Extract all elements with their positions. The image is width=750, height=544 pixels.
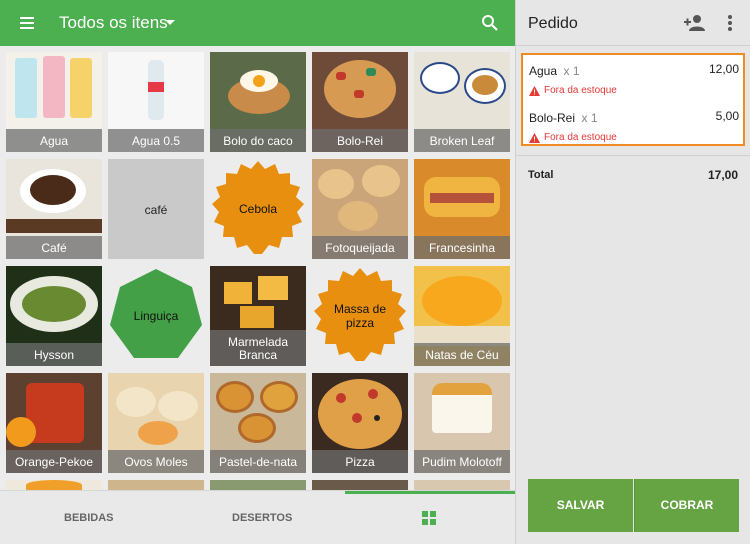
order-title: Pedido [528,15,578,32]
item-tile-hysson[interactable]: Hysson [6,266,102,366]
stock-warning-text: Fora da estoque [544,132,617,143]
dropdown-caret-icon[interactable] [165,20,175,25]
item-tile-partial[interactable] [210,480,306,490]
order-line[interactable]: Bolo-Rei x 1 5,00 Fora da estoque [529,109,739,143]
item-tile-broken-leaf[interactable]: Broken Leaf [414,52,510,152]
item-tile-pudim-molotoff[interactable]: Pudim Molotoff [414,373,510,473]
item-label: Agua [6,129,102,152]
order-header: Pedido [516,0,750,46]
item-tile-pastel-de-nata[interactable]: Pastel-de-nata [210,373,306,473]
item-tile-agua-05[interactable]: Agua 0.5 [108,52,204,152]
item-label: Marmelada Branca [210,330,306,366]
item-label: Bolo-Rei [312,129,408,152]
item-label: Bolo do caco [210,129,306,152]
search-icon[interactable] [480,13,500,33]
item-label: Café [6,236,102,259]
order-line-price: 5,00 [715,109,739,123]
order-line-name: Agua [529,64,558,78]
item-tile-partial[interactable] [312,480,408,490]
item-tile-bolo-rei[interactable]: Bolo-Rei [312,52,408,152]
category-tab-bar: BEBIDAS DESERTOS [0,490,515,544]
item-tile-orange-pekoe[interactable]: Orange-Pekoe [6,373,102,473]
item-tile-cafe[interactable]: Café [6,159,102,259]
top-app-bar: Todos os itens [0,0,515,46]
item-tile-ovos-moles[interactable]: Ovos Moles [108,373,204,473]
item-label: Francesinha [414,236,510,259]
item-tile-francesinha[interactable]: Francesinha [414,159,510,259]
item-label: Agua 0.5 [108,129,204,152]
item-label: Pizza [312,450,408,473]
tab-desertos[interactable]: DESERTOS [232,491,292,544]
tab-bebidas[interactable]: BEBIDAS [64,491,114,544]
item-label: Hysson [6,343,102,366]
item-label: Pudim Molotoff [414,450,510,473]
item-tile-massa-de-pizza[interactable]: Massa de pizza [312,266,408,366]
item-label: Ovos Moles [108,450,204,473]
order-pane: Pedido Agua x 1 12,00 Fora da estoque Bo… [515,0,750,544]
total-label: Total [528,169,554,181]
item-label: Broken Leaf [414,129,510,152]
divider [516,155,750,156]
item-tile-linguica[interactable]: Linguiça [108,266,204,366]
items-pane: Todos os itens Agua Agua 0.5 Bolo do cac… [0,0,515,544]
category-title[interactable]: Todos os itens [59,13,168,33]
item-label: Cebola [238,202,278,216]
active-tab-indicator [345,491,515,494]
stock-warning-text: Fora da estoque [544,85,617,96]
order-line-qty: x 1 [563,64,580,78]
more-options-icon[interactable] [727,14,733,32]
items-grid: Agua Agua 0.5 Bolo do caco Bolo-Rei Brok… [0,46,515,490]
item-tile-marmelada-branca[interactable]: Marmelada Branca [210,266,306,366]
warning-icon [529,132,540,143]
stock-warning: Fora da estoque [529,85,739,96]
item-tile-fotoqueijada[interactable]: Fotoqueijada [312,159,408,259]
item-label: Natas de Céu [414,343,510,366]
save-button[interactable]: SALVAR [528,479,633,532]
item-label: café [144,203,168,217]
item-label: Linguiça [133,309,179,323]
warning-icon [529,85,540,96]
order-line[interactable]: Agua x 1 12,00 Fora da estoque [529,62,739,96]
item-label: Fotoqueijada [312,236,408,259]
order-line-name: Bolo-Rei [529,111,576,125]
total-value: 17,00 [707,168,738,182]
item-label: Orange-Pekoe [6,450,102,473]
item-tile-agua[interactable]: Agua [6,52,102,152]
item-tile-bolo-do-caco[interactable]: Bolo do caco [210,52,306,152]
item-tile-cafe-plain[interactable]: café [108,159,204,259]
order-line-qty: x 1 [581,111,598,125]
item-tile-pizza[interactable]: Pizza [312,373,408,473]
item-tile-partial[interactable] [414,480,510,490]
grid-view-icon[interactable] [422,511,436,525]
menu-icon[interactable] [16,14,38,32]
item-tile-partial[interactable] [108,480,204,490]
order-lines-highlight: Agua x 1 12,00 Fora da estoque Bolo-Rei … [521,53,745,146]
stock-warning: Fora da estoque [529,132,739,143]
item-label: Massa de pizza [333,302,387,330]
item-label: Pastel-de-nata [210,450,306,473]
add-customer-icon[interactable] [684,13,706,33]
item-tile-cebola[interactable]: Cebola [210,159,306,259]
order-line-price: 12,00 [708,62,739,76]
item-tile-natas-de-ceu[interactable]: Natas de Céu [414,266,510,366]
charge-button[interactable]: COBRAR [634,479,739,532]
item-tile-partial[interactable] [6,480,102,490]
